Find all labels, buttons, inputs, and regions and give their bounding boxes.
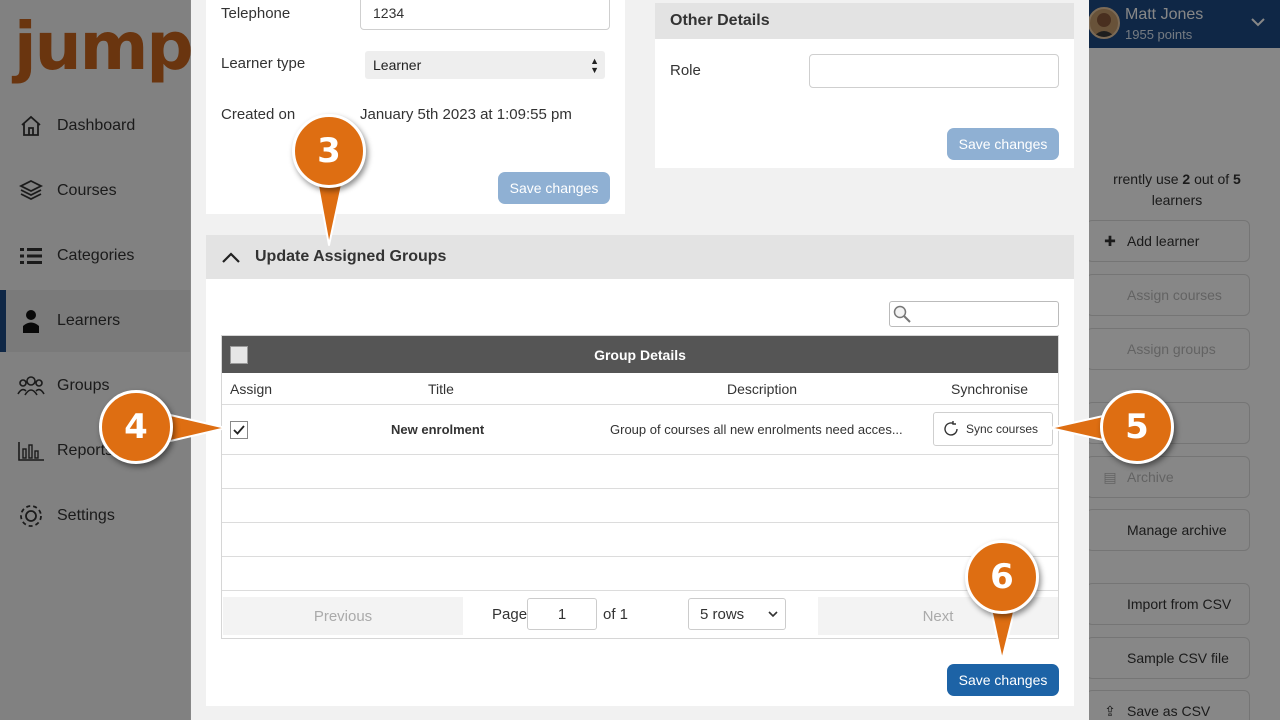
callout-6: 6 (965, 540, 1039, 614)
callout-3: 3 (292, 114, 366, 188)
callout-4: 4 (99, 390, 173, 464)
callout-pointers (165, 179, 1113, 661)
callout-5: 5 (1100, 390, 1174, 464)
